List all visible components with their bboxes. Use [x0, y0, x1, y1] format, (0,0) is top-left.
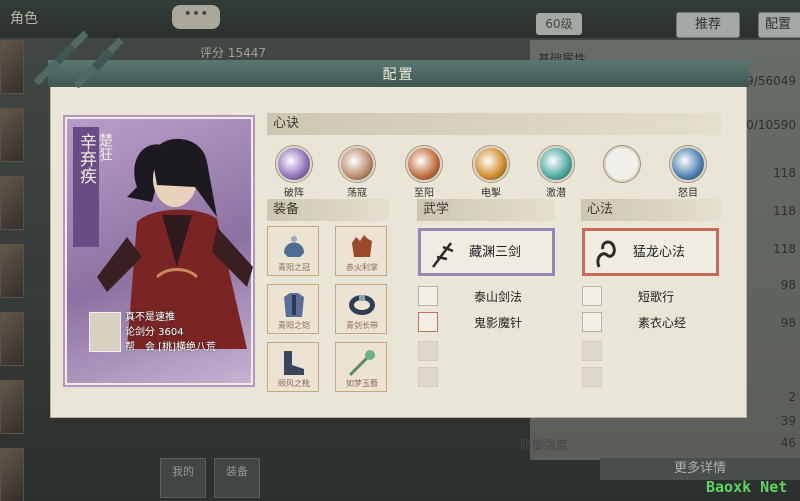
skill-slot[interactable]: 荡寇 [337, 146, 377, 199]
martial-name: 泰山剑法 [474, 290, 523, 304]
mental-mini-icon [582, 312, 602, 332]
skill-slot[interactable]: 激潜 [536, 146, 576, 199]
skill-label: 电掣 [481, 188, 501, 199]
equip-slot-boot[interactable]: 颐风之靴 [267, 342, 319, 392]
mental-mini-icon [582, 286, 602, 306]
skill-icon [538, 146, 574, 182]
sword-ornament-icon [33, 30, 124, 88]
mental-header: 心法 [581, 199, 721, 221]
character-title: 楚狂 [97, 133, 113, 161]
helmet-icon [284, 236, 304, 257]
watermark: Baoxk Net [706, 478, 788, 496]
armor-icon [284, 293, 304, 317]
skill-label: 荡寇 [347, 188, 367, 199]
skill-slot[interactable]: 怒目 [668, 146, 708, 199]
mental-slot[interactable]: 素衣心经 [582, 312, 720, 332]
empty-mental-slot[interactable] [582, 341, 602, 361]
main-martial-name: 藏渊三剑 [469, 245, 522, 260]
skill-icon [406, 146, 442, 182]
skill-label: 至阳 [414, 188, 434, 199]
character-card[interactable]: 辛弃疾 楚狂 真不是速推 论剑分 3604 帮 会 [桃]横绝八荒 [65, 117, 253, 385]
glove-icon [352, 235, 372, 257]
martial-mini-icon [418, 312, 438, 332]
equip-slot-helmet[interactable]: 青阳之冠 [267, 226, 319, 276]
skill-icon [670, 146, 706, 182]
equip-name: 赤火利掌 [346, 263, 378, 272]
skill-icon [276, 146, 312, 182]
martial-slot[interactable]: 鬼影魔针 [418, 312, 556, 332]
belt-icon [349, 295, 375, 315]
equip-slot-hairpin[interactable]: 如梦玉簪 [335, 342, 387, 392]
sword-art-icon [432, 242, 454, 268]
empty-mental-slot[interactable] [582, 367, 602, 387]
equip-name: 如梦玉簪 [346, 379, 378, 388]
main-martial-slot[interactable]: 藏渊三剑 [418, 228, 555, 276]
equip-slot-armor[interactable]: 青阳之铠 [267, 284, 319, 334]
skill-slot[interactable]: 至阳 [404, 146, 444, 199]
main-mental-slot[interactable]: 猛龙心法 [582, 228, 719, 276]
main-mental-name: 猛龙心法 [633, 245, 686, 260]
empty-martial-slot[interactable] [418, 367, 438, 387]
skill-label: 怒目 [678, 188, 698, 199]
mental-name: 短歌行 [638, 290, 675, 304]
boot-icon [284, 351, 304, 375]
name-banner: 辛弃疾 [73, 127, 99, 247]
equip-name: 青阳之冠 [278, 263, 310, 272]
player-name: 真不是速推 [125, 312, 175, 323]
dragon-art-icon [596, 240, 616, 268]
player-info: 真不是速推 论剑分 3604 帮 会 [桃]横绝八荒 [125, 310, 216, 355]
config-dialog: 配置 辛弃疾 楚狂 真不是速推 论剑分 3604 帮 会 [桃]横绝八荒 心诀 … [33, 30, 749, 418]
skill-label: 激潜 [546, 188, 566, 199]
character-name: 辛弃疾 [76, 133, 96, 184]
equip-slot-belt[interactable]: 青剑长带 [335, 284, 387, 334]
empty-skill-icon [604, 146, 640, 182]
equip-name: 青阳之铠 [278, 321, 310, 330]
martial-header: 武学 [417, 199, 555, 221]
skill-slot-empty[interactable] [602, 146, 642, 184]
martial-slot[interactable]: 泰山剑法 [418, 286, 556, 306]
skill-slot[interactable]: 破阵 [274, 146, 314, 199]
hairpin-icon [348, 350, 375, 377]
guild-name: 帮 会 [桃]横绝八荒 [125, 342, 216, 353]
equip-name: 颐风之靴 [278, 379, 310, 388]
skill-icon [473, 146, 509, 182]
equip-name: 青剑长带 [346, 321, 378, 330]
empty-martial-slot[interactable] [418, 341, 438, 361]
player-avatar [89, 312, 121, 352]
equip-slot-glove[interactable]: 赤火利掌 [335, 226, 387, 276]
skill-slot[interactable]: 电掣 [471, 146, 511, 199]
skill-label: 破阵 [284, 188, 304, 199]
martial-mini-icon [418, 286, 438, 306]
mental-name: 素衣心经 [638, 316, 687, 330]
xinjue-header: 心诀 [267, 113, 721, 135]
skill-icon [339, 146, 375, 182]
duel-score: 论剑分 3604 [125, 327, 184, 338]
martial-name: 鬼影魔针 [474, 316, 523, 330]
equipment-header: 装备 [267, 199, 389, 221]
mental-slot[interactable]: 短歌行 [582, 286, 720, 306]
